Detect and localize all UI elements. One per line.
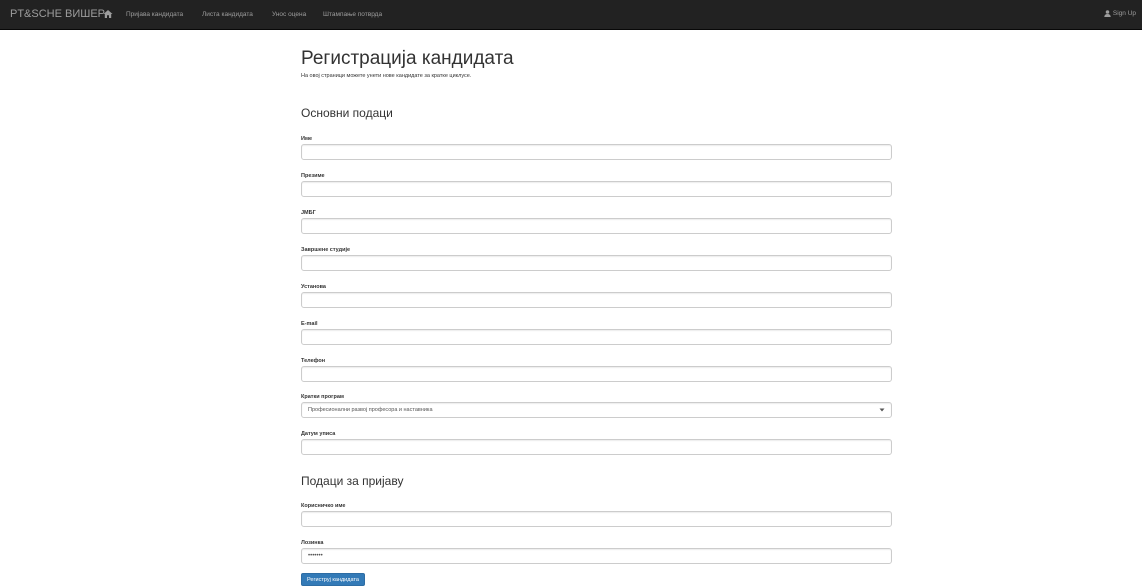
- section-title-login: Подаци за пријаву: [301, 474, 404, 488]
- phone-label: Телефон: [301, 358, 326, 364]
- register-candidate-button[interactable]: Региструј кандидата: [301, 573, 365, 586]
- enroll-date-label: Датум уписа: [301, 431, 336, 437]
- institution-input[interactable]: [301, 292, 892, 308]
- navbar-brand[interactable]: PT&SCHE ВИШЕР: [10, 8, 105, 20]
- username-label: Корисничко име: [301, 503, 346, 509]
- registration-form: Регистрација кандидата На овој страници …: [301, 0, 892, 586]
- phone-input[interactable]: [301, 366, 892, 382]
- page-title: Регистрација кандидата: [301, 48, 514, 69]
- section-title-basic: Основни подаци: [301, 106, 393, 120]
- username-input[interactable]: [301, 511, 892, 527]
- studies-input[interactable]: [301, 255, 892, 271]
- jmbg-input[interactable]: [301, 218, 892, 234]
- nav-link-candidate-list[interactable]: Листа кандидата: [202, 11, 253, 18]
- last-name-input[interactable]: [301, 181, 892, 197]
- institution-label: Установа: [301, 284, 326, 290]
- email-label: E-mail: [301, 321, 318, 327]
- password-label: Лозинка: [301, 540, 324, 546]
- signup-link[interactable]: Sign Up: [1104, 10, 1136, 17]
- program-select-value: Професионални развој професора и наставн…: [308, 407, 433, 413]
- user-icon: [1104, 10, 1111, 17]
- last-name-label: Презиме: [301, 173, 325, 179]
- signup-label: Sign Up: [1112, 10, 1136, 17]
- studies-label: Завршене студије: [301, 247, 351, 253]
- jmbg-label: ЈМБГ: [301, 210, 316, 216]
- first-name-label: Име: [301, 136, 313, 142]
- email-input[interactable]: [301, 329, 892, 345]
- first-name-input[interactable]: [301, 144, 892, 160]
- home-icon[interactable]: [103, 9, 113, 19]
- password-input[interactable]: [301, 548, 892, 564]
- enroll-date-input[interactable]: [301, 439, 892, 455]
- nav-link-application[interactable]: Пријава кандидата: [126, 11, 183, 18]
- program-label: Кратки програм: [301, 394, 344, 400]
- program-select[interactable]: Професионални развој професора и наставн…: [301, 402, 892, 418]
- page-subtitle: На овој страници можете унети нове канди…: [301, 73, 472, 79]
- caret-down-icon: [879, 408, 885, 412]
